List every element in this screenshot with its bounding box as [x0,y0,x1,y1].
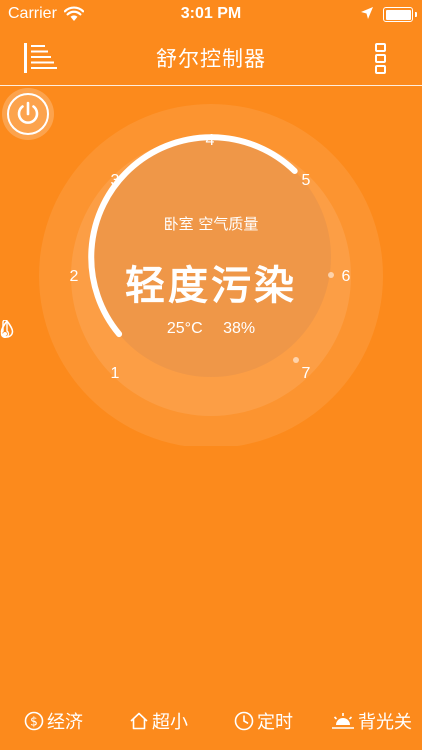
clock: 3:01 PM [180,5,242,22]
air-quality-status: 轻度污染 [125,263,297,309]
battery-icon [383,7,417,22]
location-arrow-icon [361,7,373,19]
nav-header: 舒尔控制器 [0,30,422,86]
dial-tick-dot [293,357,299,363]
economy-mode-button[interactable]: $ 经济 [24,708,83,734]
temperature-reading: 25°C [0,320,203,338]
temperature-value: 25°C [166,320,203,337]
timer-label: 定时 [257,712,293,733]
scale-label: 1 [110,365,120,382]
economy-label: 经济 [47,712,83,733]
sun-icon [332,713,354,729]
backlight-button[interactable]: 背光关 [331,708,412,734]
power-button[interactable] [0,86,56,142]
scale-label: 3 [110,172,120,189]
home-icon [130,712,148,730]
svg-text:$: $ [30,715,38,729]
air-quality-dial: 1 2 3 4 5 6 7 卧室 空气质量 轻度污染 25°C 38% [0,86,422,446]
sensor-readings: 25°C 38% [0,320,422,338]
clock-icon [234,711,254,731]
backlight-label: 背光关 [358,712,412,733]
humidity-value: 38% [223,320,256,337]
minimum-mode-button[interactable]: 超小 [129,708,188,734]
scale-label: 7 [301,365,311,382]
room-label: 卧室 空气质量 [163,215,259,233]
scale-label: 4 [205,132,215,149]
minimum-label: 超小 [152,712,188,733]
timer-button[interactable]: 定时 [234,708,293,734]
coin-icon: $ [24,711,44,731]
more-options-icon[interactable] [370,41,392,75]
status-bar: Carrier 3:01 PM [0,0,422,30]
water-drop-icon [0,320,14,338]
bottom-toolbar: $ 经济 超小 定时 背光关 [0,700,422,740]
humidity-reading: 38% [0,320,256,338]
page-title: 舒尔控制器 [156,47,266,71]
scale-label: 5 [301,172,311,189]
app-screen: Carrier 3:01 PM 舒尔控制器 1 2 3 4 5 6 7 卧室 空… [0,0,422,750]
